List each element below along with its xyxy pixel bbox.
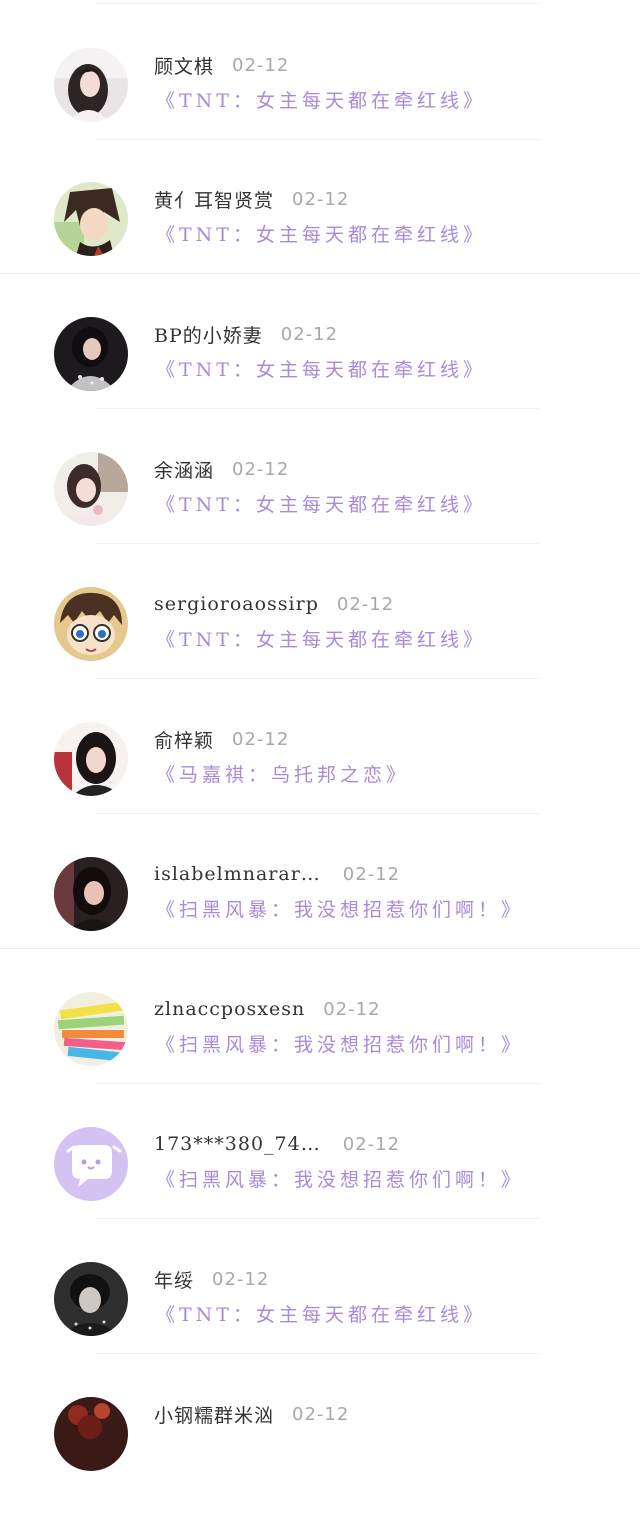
user-photo-avatar-icon bbox=[54, 452, 128, 526]
read-date: 02-12 bbox=[212, 1268, 270, 1290]
book-title-link[interactable]: 《扫黑风暴：我没想招惹你们啊！》 bbox=[156, 1031, 524, 1059]
anime-avatar-icon bbox=[54, 182, 128, 256]
item-divider bbox=[95, 139, 540, 140]
book-title-link[interactable]: 《扫黑风暴：我没想招惹你们啊！》 bbox=[156, 1166, 524, 1194]
reader-info: BP的小娇妻 02-12 bbox=[154, 320, 338, 348]
reader-name: 黄亻耳智贤赏 bbox=[154, 189, 275, 212]
book-title-link[interactable]: 《TNT：女主每天都在牵红线》 bbox=[156, 491, 486, 519]
read-date: 02-12 bbox=[323, 998, 381, 1020]
user-photo-avatar-icon bbox=[54, 48, 128, 122]
list-item[interactable]: 俞梓颖 02-12 《马嘉祺：乌托邦之恋》 bbox=[0, 722, 640, 857]
read-date: 02-12 bbox=[336, 593, 395, 615]
read-date: 02-12 bbox=[342, 863, 401, 885]
list-item[interactable]: islabelmnarar… 02-12 《扫黑风暴：我没想招惹你们啊！》 bbox=[0, 857, 640, 992]
list-item[interactable]: 顾文棋 02-12 《TNT：女主每天都在牵红线》 bbox=[0, 48, 640, 183]
reader-info: 173***380_74… 02-12 bbox=[154, 1130, 400, 1158]
user-photo-avatar-icon bbox=[54, 1397, 128, 1471]
reader-name: 年绥 bbox=[154, 1269, 195, 1292]
colorful-paper-avatar-icon bbox=[54, 992, 128, 1066]
item-divider bbox=[95, 1218, 540, 1219]
list-item[interactable]: 年绥 02-12 《TNT：女主每天都在牵红线》 bbox=[0, 1262, 640, 1397]
item-divider bbox=[95, 678, 540, 679]
book-title-link[interactable]: 《TNT：女主每天都在牵红线》 bbox=[156, 356, 486, 384]
read-date: 02-12 bbox=[292, 1403, 350, 1425]
list-item[interactable]: 小钢糯群米汹 02-12 bbox=[0, 1397, 640, 1532]
book-title-link[interactable]: 《扫黑风暴：我没想招惹你们啊！》 bbox=[156, 896, 524, 924]
item-divider bbox=[95, 1083, 540, 1084]
reader-name: 俞梓颖 bbox=[154, 729, 215, 752]
reader-info: 余涵涵 02-12 bbox=[154, 455, 289, 483]
reader-name: sergioroaossirp bbox=[154, 593, 319, 615]
reader-info: 俞梓颖 02-12 bbox=[154, 725, 289, 753]
book-title-link[interactable]: 《TNT：女主每天都在牵红线》 bbox=[156, 626, 486, 654]
avatar[interactable] bbox=[54, 48, 128, 122]
reader-info: sergioroaossirp 02-12 bbox=[154, 590, 394, 618]
avatar[interactable] bbox=[54, 587, 128, 661]
section-divider bbox=[0, 273, 640, 274]
reader-info: 小钢糯群米汹 02-12 bbox=[154, 1400, 349, 1428]
item-divider bbox=[95, 408, 540, 409]
book-title-link[interactable]: 《TNT：女主每天都在牵红线》 bbox=[156, 1301, 486, 1329]
reader-name: 173***380_74… bbox=[154, 1133, 321, 1155]
reader-info: 顾文棋 02-12 bbox=[154, 51, 289, 79]
book-title-link[interactable]: 《马嘉祺：乌托邦之恋》 bbox=[156, 761, 409, 789]
item-divider bbox=[95, 543, 540, 544]
avatar[interactable] bbox=[54, 1262, 128, 1336]
reader-name: 顾文棋 bbox=[154, 55, 215, 78]
item-divider bbox=[95, 813, 540, 814]
read-date: 02-12 bbox=[232, 458, 290, 480]
read-date: 02-12 bbox=[342, 1133, 401, 1155]
avatar[interactable] bbox=[54, 722, 128, 796]
avatar[interactable] bbox=[54, 1127, 128, 1201]
list-item[interactable]: 余涵涵 02-12 《TNT：女主每天都在牵红线》 bbox=[0, 452, 640, 587]
list-item[interactable]: sergioroaossirp 02-12 《TNT：女主每天都在牵红线》 bbox=[0, 587, 640, 722]
user-photo-avatar-icon bbox=[54, 1262, 128, 1336]
avatar[interactable] bbox=[54, 857, 128, 931]
item-divider bbox=[95, 1353, 540, 1354]
user-photo-avatar-icon bbox=[54, 722, 128, 796]
avatar[interactable] bbox=[54, 182, 128, 256]
list-item[interactable]: BP的小娇妻 02-12 《TNT：女主每天都在牵红线》 bbox=[0, 317, 640, 452]
list-item[interactable]: 173***380_74… 02-12 《扫黑风暴：我没想招惹你们啊！》 bbox=[0, 1127, 640, 1262]
reader-name: zlnaccposxesn bbox=[154, 998, 306, 1020]
read-date: 02-12 bbox=[280, 323, 339, 345]
read-date: 02-12 bbox=[292, 188, 350, 210]
book-title-link[interactable]: 《TNT：女主每天都在牵红线》 bbox=[156, 87, 486, 115]
user-photo-avatar-icon bbox=[54, 857, 128, 931]
reader-info: 年绥 02-12 bbox=[154, 1265, 269, 1293]
avatar[interactable] bbox=[54, 992, 128, 1066]
avatar[interactable] bbox=[54, 452, 128, 526]
book-title-link[interactable]: 《TNT：女主每天都在牵红线》 bbox=[156, 221, 486, 249]
default-chat-avatar-icon bbox=[54, 1127, 128, 1201]
reader-info: zlnaccposxesn 02-12 bbox=[154, 995, 381, 1023]
list-item[interactable]: zlnaccposxesn 02-12 《扫黑风暴：我没想招惹你们啊！》 bbox=[0, 992, 640, 1127]
avatar[interactable] bbox=[54, 317, 128, 391]
anime-avatar-icon bbox=[54, 587, 128, 661]
reader-list: 顾文棋 02-12 《TNT：女主每天都在牵红线》 黄亻耳智贤赏 02-12 《… bbox=[0, 0, 640, 1471]
reader-info: 黄亻耳智贤赏 02-12 bbox=[154, 185, 349, 213]
reader-name: 余涵涵 bbox=[154, 459, 215, 482]
user-photo-avatar-icon bbox=[54, 317, 128, 391]
read-date: 02-12 bbox=[232, 728, 290, 750]
reader-info: islabelmnarar… 02-12 bbox=[154, 860, 400, 888]
read-date: 02-12 bbox=[232, 54, 290, 76]
avatar[interactable] bbox=[54, 1397, 128, 1471]
reader-name: islabelmnarar… bbox=[154, 863, 321, 885]
section-divider bbox=[0, 948, 640, 949]
reader-name: BP的小娇妻 bbox=[154, 324, 263, 347]
list-item[interactable]: 黄亻耳智贤赏 02-12 《TNT：女主每天都在牵红线》 bbox=[0, 182, 640, 317]
reader-name: 小钢糯群米汹 bbox=[154, 1404, 275, 1427]
